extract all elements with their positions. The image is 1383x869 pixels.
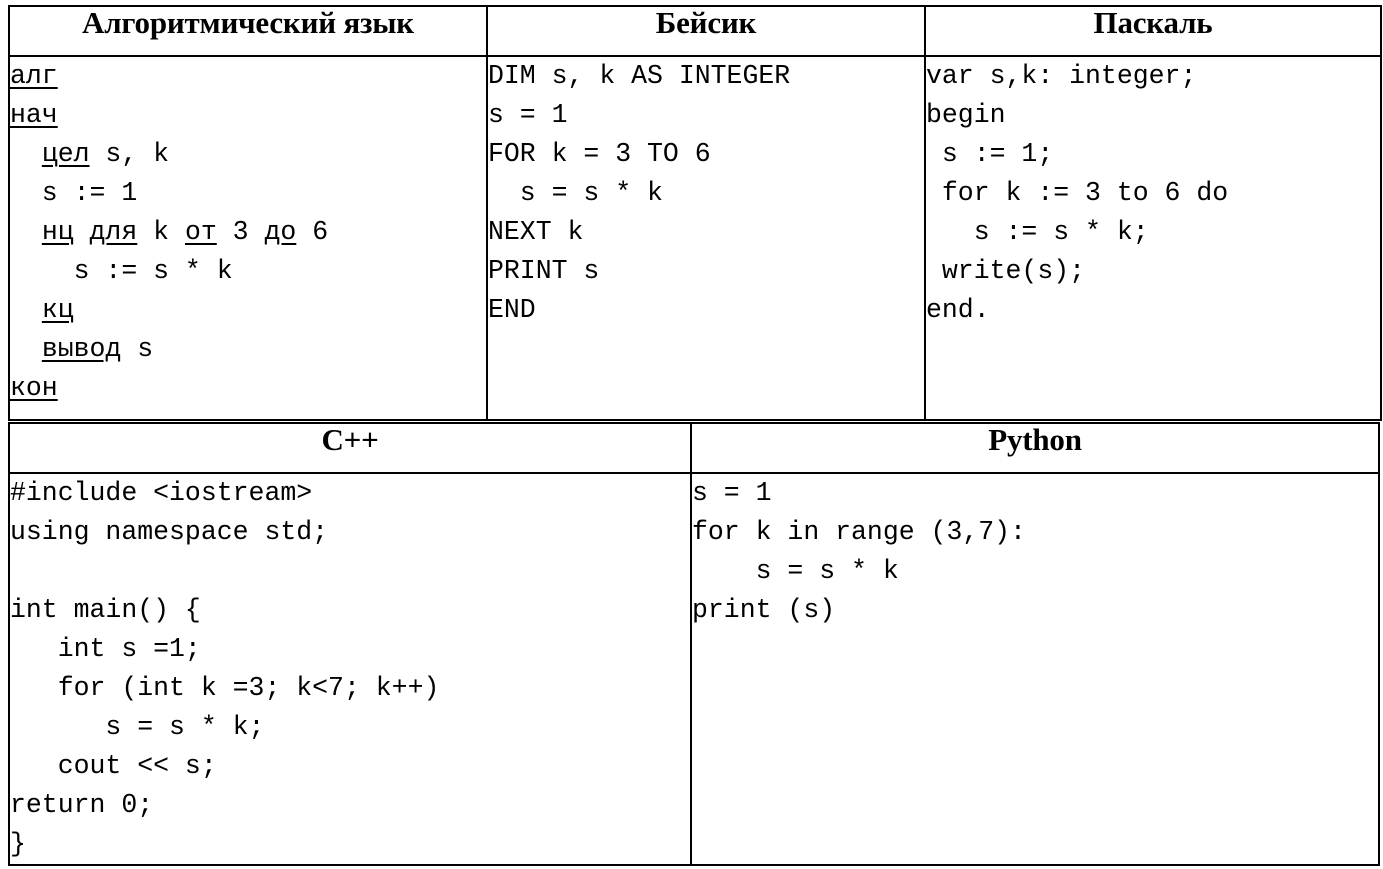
- column-header-python: Python: [690, 422, 1380, 474]
- column-header-cpp: C++: [8, 422, 692, 474]
- column-header-pascal: Паскаль: [924, 5, 1382, 57]
- column-header-algorithmic: Алгоритмический язык: [8, 5, 488, 57]
- code-block-algorithmic: алг нач цел s, k s := 1 нц для k от 3 до…: [10, 61, 329, 403]
- code-block-cpp: #include <iostream> using namespace std;…: [10, 478, 440, 859]
- column-header-basic: Бейсик: [486, 5, 926, 57]
- table-top-body-row: алг нач цел s, k s := 1 нц для k от 3 до…: [8, 55, 1382, 421]
- table-bottom-header-row: C++ Python: [8, 422, 1380, 474]
- code-cell-cpp: #include <iostream> using namespace std;…: [8, 472, 692, 866]
- code-block-python: s = 1 for k in range (3,7): s = s * k pr…: [692, 478, 1026, 625]
- table-bottom-body-row: #include <iostream> using namespace std;…: [8, 472, 1380, 866]
- document-page: Алгоритмический язык Бейсик Паскаль алг …: [0, 0, 1383, 869]
- code-block-pascal: var s,k: integer; begin s := 1; for k :=…: [926, 61, 1229, 325]
- languages-table-top: Алгоритмический язык Бейсик Паскаль алг …: [8, 5, 1382, 421]
- code-cell-python: s = 1 for k in range (3,7): s = s * k pr…: [690, 472, 1380, 866]
- code-cell-pascal: var s,k: integer; begin s := 1; for k :=…: [924, 55, 1382, 421]
- languages-table-bottom: C++ Python #include <iostream> using nam…: [8, 422, 1380, 866]
- code-cell-basic: DIM s, k AS INTEGER s = 1 FOR k = 3 TO 6…: [486, 55, 926, 421]
- table-top-header-row: Алгоритмический язык Бейсик Паскаль: [8, 5, 1382, 57]
- code-cell-algorithmic: алг нач цел s, k s := 1 нц для k от 3 до…: [8, 55, 488, 421]
- code-block-basic: DIM s, k AS INTEGER s = 1 FOR k = 3 TO 6…: [488, 61, 791, 325]
